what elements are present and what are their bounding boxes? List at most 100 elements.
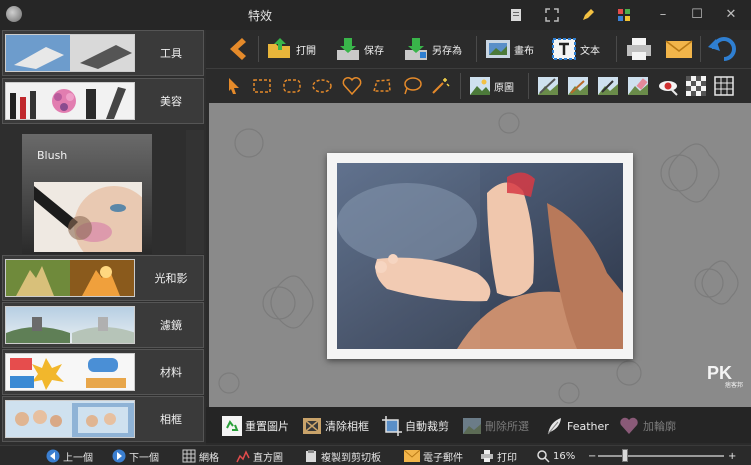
next-button[interactable]: 下一個 (112, 448, 159, 464)
feather-icon (547, 418, 561, 435)
crop-icon (382, 416, 402, 436)
magic-wand-icon (432, 78, 450, 94)
print-toolbar-button[interactable] (624, 35, 654, 63)
image-pen-icon (598, 77, 618, 95)
rect-select-tool[interactable] (250, 74, 274, 98)
text-icon (552, 38, 576, 60)
palette-icon[interactable] (616, 7, 632, 23)
auto-crop-label: 自動裁剪 (405, 420, 449, 433)
reset-image-button[interactable]: 重置圖片 (222, 415, 289, 437)
save-button[interactable]: 保存 (334, 35, 384, 63)
add-outline-label: 加輪廓 (643, 420, 676, 433)
toolbar-divider (258, 36, 259, 62)
close-button[interactable]: ✕ (718, 4, 744, 26)
copy-clipboard-button[interactable]: 複製到剪切板 (304, 448, 381, 464)
image-canvas[interactable]: PK 痞客邦 (209, 103, 751, 407)
heart-select-icon (342, 77, 362, 96)
envelope-icon (665, 40, 693, 58)
lasso-select-tool[interactable] (400, 74, 424, 98)
action-bar: 重置圖片 清除相框 自動裁剪 刪除所選 Feather 加輪廓 (206, 407, 751, 443)
text-label: 文本 (580, 45, 600, 57)
undo-button[interactable] (708, 35, 738, 63)
zoom-slider[interactable] (598, 455, 724, 457)
sidebar-scrollbar[interactable] (186, 130, 204, 254)
minimize-button[interactable]: – (650, 4, 676, 26)
canvas-button[interactable]: 畫布 (484, 35, 534, 63)
save-icon (337, 38, 359, 60)
toolbar-divider (528, 73, 529, 99)
maximize-button[interactable]: ☐ (684, 4, 710, 26)
rect-select-icon (253, 79, 271, 93)
email-toolbar-button[interactable] (664, 35, 694, 63)
remove-frame-icon (303, 418, 321, 434)
email-button[interactable]: 電子郵件 (404, 448, 463, 464)
photo-frame[interactable] (327, 153, 633, 359)
sidebar-item-materials[interactable]: 材料 (2, 349, 204, 395)
photo-icon (470, 77, 490, 95)
heart-select-tool[interactable] (340, 74, 364, 98)
document-icon[interactable] (508, 7, 524, 23)
sidebar-item-light-shadow[interactable]: 光和影 (2, 255, 204, 301)
ellipse-select-tool[interactable] (310, 74, 334, 98)
envelope-icon (404, 450, 420, 462)
sidebar-item-frames[interactable]: 相框 (2, 396, 204, 442)
selection-toolbar: 原圖 (206, 68, 751, 102)
zoom-slider-thumb[interactable] (622, 449, 628, 462)
previous-button[interactable]: 上一個 (46, 448, 93, 464)
effect-preview-blush[interactable]: Blush (22, 134, 152, 254)
grid-tool[interactable] (712, 74, 736, 98)
save-as-label: 另存為 (432, 45, 462, 57)
arrow-right-icon (112, 449, 126, 463)
save-as-icon (405, 38, 427, 60)
baby-feet-photo (337, 163, 623, 349)
zoom-out-button[interactable]: − (588, 448, 596, 464)
transparency-tool[interactable] (684, 74, 708, 98)
toolbar-divider (476, 36, 477, 62)
sidebar-item-label: 相框 (160, 413, 182, 426)
red-eye-tool[interactable] (656, 74, 680, 98)
zoom-in-button[interactable]: + (728, 448, 736, 464)
save-as-button[interactable]: 另存為 (402, 35, 462, 63)
grid-toggle[interactable]: 網格 (182, 448, 219, 464)
adjust-tool-1[interactable] (536, 74, 560, 98)
sidebar-item-filters[interactable]: 濾鏡 (2, 302, 204, 348)
remove-frame-button[interactable]: 清除相框 (302, 415, 369, 437)
back-button[interactable] (224, 35, 248, 63)
feather-button[interactable]: Feather (544, 415, 609, 437)
adjust-tool-3[interactable] (596, 74, 620, 98)
add-outline-button[interactable]: 加輪廓 (618, 415, 676, 437)
effects-sidebar: 工具 美容 Blush 光和影 濾鏡 材料 相框 (0, 30, 206, 445)
grid-icon (182, 449, 196, 463)
printer-icon (481, 450, 493, 462)
polygon-select-icon (372, 79, 391, 92)
text-button[interactable]: 文本 (550, 35, 600, 63)
status-bar: 上一個 下一個 網格 直方圖 複製到剪切板 電子郵件 打印 16% − + (0, 445, 751, 465)
watermark-subtext: 痞客邦 (724, 383, 743, 389)
reset-image-label: 重置圖片 (245, 420, 289, 433)
histogram-icon (236, 450, 250, 463)
pencil-icon[interactable] (580, 7, 596, 23)
polygon-select-tool[interactable] (370, 74, 394, 98)
window-title: 特效 (247, 9, 272, 23)
toolbar-divider (460, 73, 461, 99)
sidebar-item-tools[interactable]: 工具 (2, 30, 204, 76)
magic-wand-tool[interactable] (428, 74, 452, 98)
recycle-icon (222, 416, 242, 436)
rounded-select-tool[interactable] (280, 74, 304, 98)
histogram-toggle[interactable]: 直方圖 (236, 448, 283, 464)
auto-crop-button[interactable]: 自動裁剪 (382, 415, 449, 437)
lasso-icon (404, 77, 422, 95)
fullscreen-icon[interactable] (544, 7, 560, 23)
open-label: 打開 (296, 45, 316, 57)
print-button[interactable]: 打印 (480, 448, 517, 464)
adjust-tool-4[interactable] (626, 74, 650, 98)
open-button[interactable]: 打開 (266, 35, 316, 63)
sidebar-item-label: 工具 (160, 47, 182, 60)
adjust-tool-2[interactable] (566, 74, 590, 98)
toolbar-divider (616, 36, 617, 62)
delete-selected-button[interactable]: 刪除所選 (462, 415, 529, 437)
crop-button[interactable]: 原圖 (468, 72, 514, 100)
zoom-indicator: 16% (536, 448, 575, 464)
pointer-tool[interactable] (222, 74, 246, 98)
sidebar-item-makeup[interactable]: 美容 (2, 78, 204, 124)
